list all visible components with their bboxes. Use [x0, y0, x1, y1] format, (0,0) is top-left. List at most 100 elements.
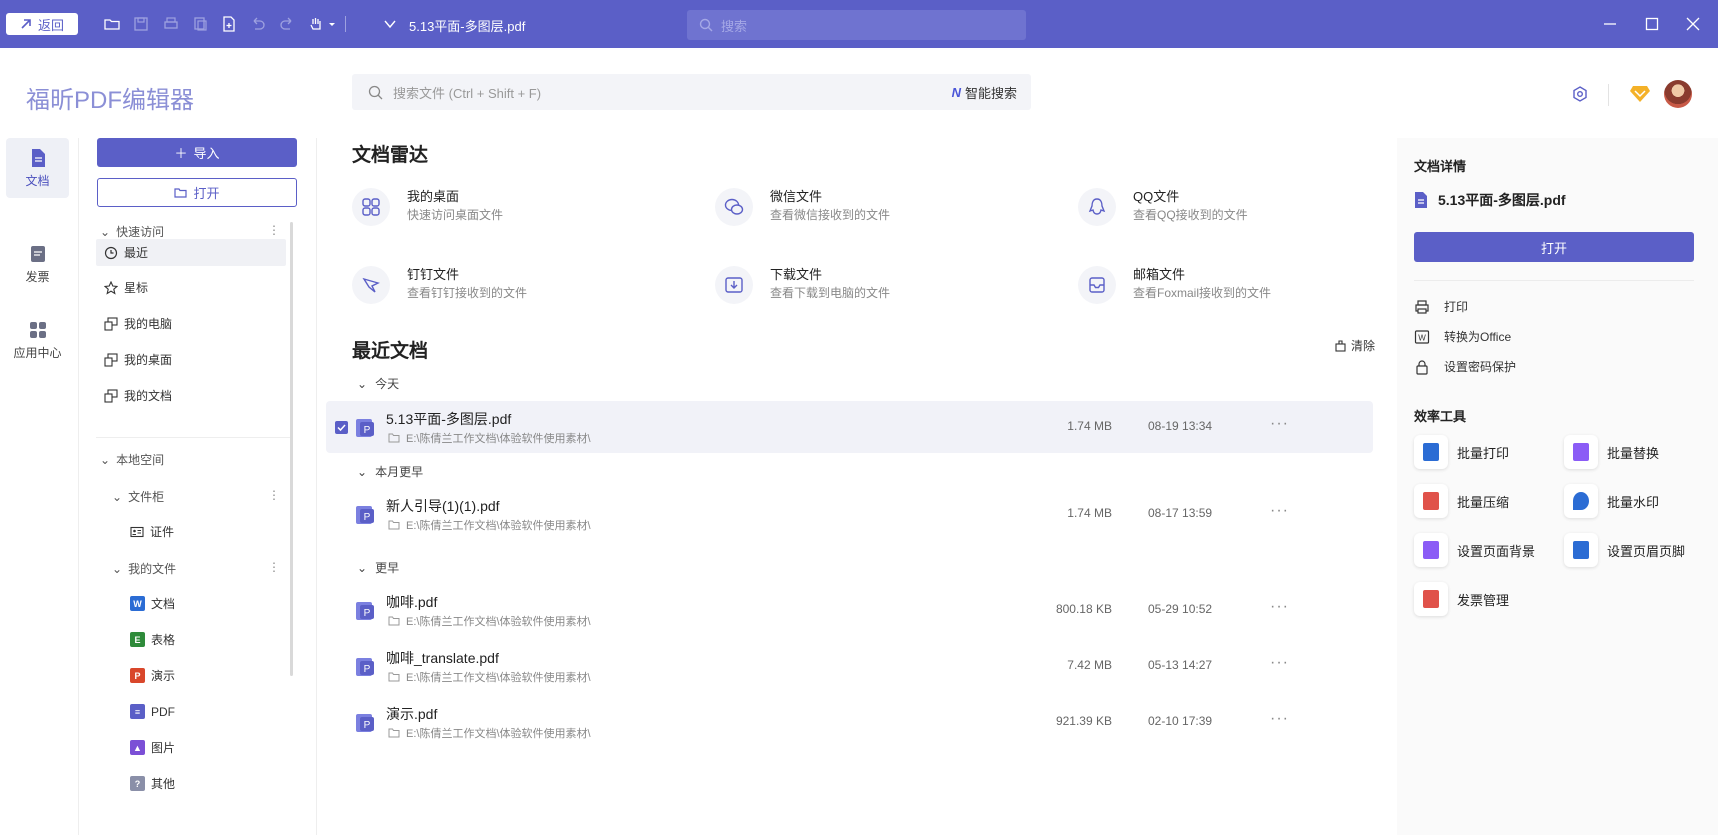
file-date: 08-17 13:59	[1148, 506, 1213, 520]
group-earlier[interactable]: ⌄ 更早	[357, 559, 399, 576]
redo-icon[interactable]	[277, 14, 297, 34]
pdf-file-icon: P	[356, 506, 374, 524]
file-size: 1.74 MB	[1067, 506, 1112, 520]
avatar[interactable]	[1664, 80, 1692, 108]
nav-item-my-documents[interactable]: 我的文档	[96, 382, 286, 409]
pdf-icon: ≡	[130, 704, 145, 719]
my-files-more-icon[interactable]: ⋮	[268, 560, 280, 574]
recent-documents-title: 最近文档	[352, 341, 429, 362]
radar-item-mail[interactable]: 邮箱文件 查看Foxmail接收到的文件	[1078, 260, 1408, 308]
hand-tool-dropdown-icon[interactable]	[322, 14, 342, 34]
sidebar-item-app-center[interactable]: 应用中心	[6, 310, 69, 370]
password-protect-action[interactable]: 设置密码保护	[1414, 358, 1516, 375]
file-path: E:\陈倩兰工作文档\体验软件使用素材\	[388, 613, 591, 629]
file-cabinet-more-icon[interactable]: ⋮	[268, 488, 280, 502]
undo-icon[interactable]	[248, 14, 268, 34]
nav-item-pdf[interactable]: ≡ PDF	[122, 698, 282, 725]
chevron-down-icon: ⌄	[357, 560, 368, 575]
group-earlier-this-month[interactable]: ⌄ 本月更早	[357, 463, 423, 480]
file-row[interactable]: P 5.13平面-多图层.pdf E:\陈倩兰工作文档\体验软件使用素材\ 1.…	[326, 401, 1373, 453]
tool-page-background[interactable]: 设置页面背景	[1414, 533, 1535, 567]
local-space-label: 本地空间	[116, 453, 165, 467]
svg-text:P: P	[364, 608, 371, 619]
file-search-input[interactable]: 搜索文件 (Ctrl + Shift + F) N 智能搜索	[352, 74, 1031, 110]
radar-item-downloads[interactable]: 下载文件 查看下载到电脑的文件	[715, 260, 1045, 308]
more-options-icon[interactable]: ···	[1270, 654, 1289, 672]
nav-item-word-docs[interactable]: W 文档	[122, 590, 282, 617]
tool-batch-watermark[interactable]: 批量水印	[1564, 484, 1659, 518]
quick-access-header[interactable]: ⌄ 快速访问	[100, 223, 164, 240]
chevron-down-icon: ⌄	[100, 452, 111, 467]
print-icon	[1415, 299, 1429, 314]
file-cabinet-header[interactable]: ⌄ 文件柜	[112, 488, 164, 505]
nav-scrollbar[interactable]	[290, 222, 293, 676]
dropdown-icon[interactable]	[380, 14, 400, 34]
file-row[interactable]: P 咖啡_translate.pdf E:\陈倩兰工作文档\体验软件使用素材\ …	[326, 640, 1373, 692]
nav-item-spreadsheets[interactable]: E 表格	[122, 626, 282, 653]
clear-button[interactable]: 清除	[1334, 337, 1375, 354]
print-action[interactable]: 打印	[1414, 298, 1468, 315]
nav-item-images[interactable]: ▲ 图片	[122, 734, 282, 761]
nav-item-recent[interactable]: 最近	[96, 239, 286, 266]
radar-item-desktop[interactable]: 我的桌面 快速访问桌面文件	[352, 182, 682, 230]
print-icon[interactable]	[161, 14, 181, 34]
import-button[interactable]: ＋ 导入	[97, 138, 297, 167]
open-button[interactable]: 打开	[97, 178, 297, 207]
radar-item-subtitle: 快速访问桌面文件	[407, 208, 504, 222]
tool-batch-print[interactable]: 批量打印	[1414, 435, 1509, 469]
tool-batch-replace[interactable]: 批量替换	[1564, 435, 1659, 469]
vip-icon[interactable]	[1627, 82, 1653, 106]
file-name: 5.13平面-多图层.pdf	[386, 411, 512, 427]
tool-batch-compress[interactable]: 批量压缩	[1414, 484, 1509, 518]
file-row[interactable]: P 新人引导(1)(1).pdf E:\陈倩兰工作文档\体验软件使用素材\ 1.…	[326, 488, 1373, 540]
quick-access-more-icon[interactable]: ⋮	[268, 223, 280, 237]
minimize-button[interactable]	[1600, 14, 1620, 34]
more-options-icon[interactable]: ···	[1270, 598, 1289, 616]
radar-item-qq[interactable]: QQ文件 查看QQ接收到的文件	[1078, 182, 1408, 230]
file-row[interactable]: P 演示.pdf E:\陈倩兰工作文档\体验软件使用素材\ 921.39 KB …	[326, 696, 1373, 748]
nav-item-other[interactable]: ? 其他	[122, 770, 282, 797]
back-button[interactable]: 返回	[6, 13, 78, 35]
radar-item-subtitle: 查看钉钉接收到的文件	[407, 286, 528, 300]
more-options-icon[interactable]: ···	[1270, 415, 1289, 433]
nav-item-starred[interactable]: 星标	[96, 274, 286, 301]
import-label: 导入	[193, 146, 220, 161]
more-options-icon[interactable]: ···	[1270, 502, 1289, 520]
my-files-header[interactable]: ⌄ 我的文件	[112, 560, 176, 577]
radar-item-wechat[interactable]: 微信文件 查看微信接收到的文件	[715, 182, 1045, 230]
radar-item-dingtalk[interactable]: 钉钉文件 查看钉钉接收到的文件	[352, 260, 682, 308]
file-row[interactable]: P 咖啡.pdf E:\陈倩兰工作文档\体验软件使用素材\ 800.18 KB …	[326, 584, 1373, 636]
tool-header-footer[interactable]: 设置页眉页脚	[1564, 533, 1685, 567]
group-today[interactable]: ⌄ 今天	[357, 375, 399, 392]
row-checkbox[interactable]	[335, 421, 348, 434]
maximize-button[interactable]	[1642, 14, 1662, 34]
local-space-header[interactable]: ⌄ 本地空间	[100, 451, 164, 468]
save-icon[interactable]	[131, 14, 151, 34]
nav-item-presentations[interactable]: P 演示	[122, 662, 282, 689]
nav-item-my-computer[interactable]: 我的电脑	[96, 310, 286, 337]
file-path: E:\陈倩兰工作文档\体验软件使用素材\	[388, 517, 591, 533]
ai-search-button[interactable]: N 智能搜索	[952, 83, 1017, 102]
sidebar-item-documents[interactable]: 文档	[6, 138, 69, 198]
file-path: E:\陈倩兰工作文档\体验软件使用素材\	[388, 430, 591, 446]
nav-item-id-documents[interactable]: 证件	[122, 518, 282, 545]
document-icon	[31, 148, 45, 167]
copy-icon[interactable]	[190, 14, 210, 34]
nav-item-label: 演示	[151, 669, 176, 683]
qq-icon	[1078, 188, 1116, 226]
file-cabinet-label: 文件柜	[128, 490, 165, 504]
file-navigation: ＋ 导入 打开 ⌄ 快速访问 ⋮ 最近 星标 我的电脑 我的桌面 我的文档 ⌄ …	[78, 138, 298, 835]
details-open-button[interactable]: 打开	[1414, 232, 1694, 262]
open-folder-icon[interactable]	[102, 14, 122, 34]
settings-icon[interactable]	[1568, 82, 1592, 106]
nav-item-my-desktop[interactable]: 我的桌面	[96, 346, 286, 373]
titlebar-search-input[interactable]: 搜索	[687, 10, 1026, 40]
more-options-icon[interactable]: ···	[1270, 710, 1289, 728]
sidebar-item-invoice[interactable]: 发票	[6, 234, 69, 294]
tool-invoice-management[interactable]: 发票管理	[1414, 582, 1509, 616]
convert-office-action[interactable]: W 转换为Office	[1414, 328, 1511, 345]
new-file-icon[interactable]	[219, 14, 239, 34]
close-button[interactable]	[1683, 14, 1703, 34]
radar-item-title: 钉钉文件	[407, 267, 460, 282]
batch-print-icon	[1414, 435, 1448, 469]
